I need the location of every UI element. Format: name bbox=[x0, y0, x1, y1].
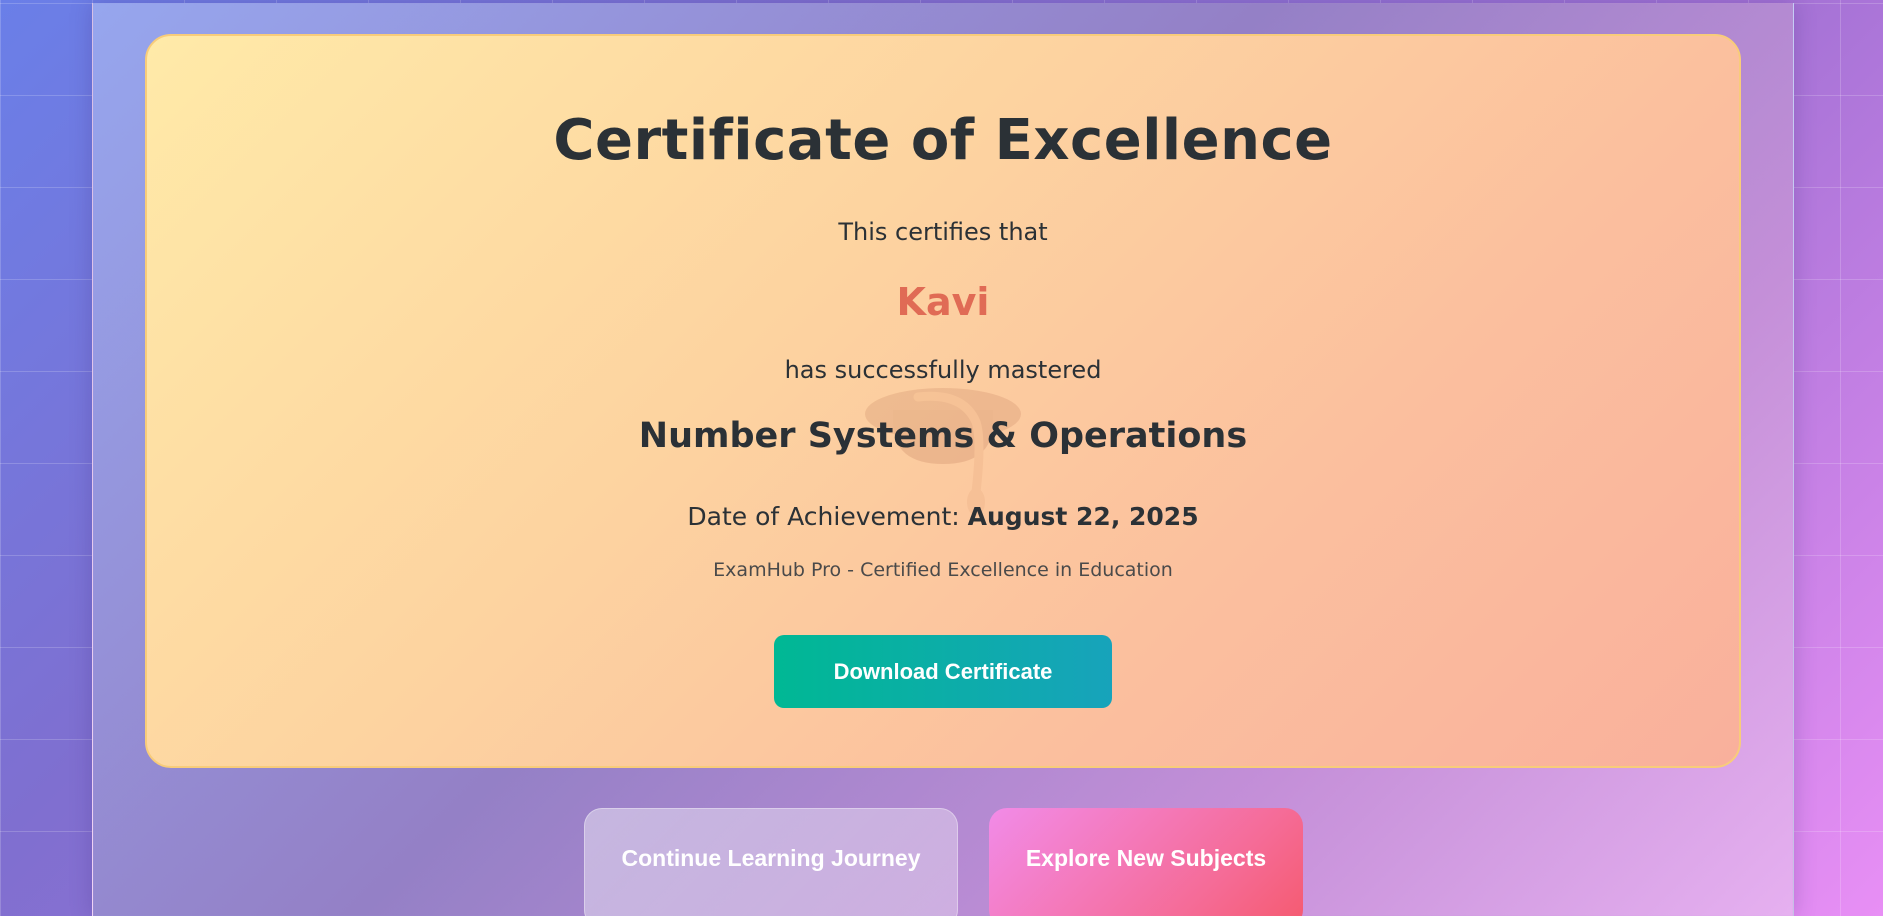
main-panel: Certificate of Excellence This certifies… bbox=[92, 3, 1794, 916]
mastered-text: has successfully mastered bbox=[784, 356, 1102, 384]
download-certificate-button[interactable]: Download Certificate bbox=[774, 635, 1112, 708]
achievement-date: Date of Achievement: August 22, 2025 bbox=[147, 502, 1739, 531]
date-label: Date of Achievement: bbox=[687, 502, 960, 531]
issuer-text: ExamHub Pro - Certified Excellence in Ed… bbox=[713, 559, 1173, 581]
page-background: Certificate of Excellence This certifies… bbox=[0, 0, 1883, 916]
recipient-name: Kavi bbox=[896, 280, 990, 324]
certificate-card: Certificate of Excellence This certifies… bbox=[145, 34, 1741, 768]
date-value: August 22, 2025 bbox=[967, 502, 1199, 531]
continue-learning-label: Continue Learning Journey bbox=[621, 844, 921, 871]
explore-subjects-button[interactable]: Explore New Subjects bbox=[989, 808, 1303, 916]
certificate-title: Certificate of Excellence bbox=[553, 108, 1333, 173]
continue-learning-button[interactable]: Continue Learning Journey bbox=[584, 808, 958, 916]
subject-name: Number Systems & Operations bbox=[638, 416, 1248, 456]
certifies-text: This certifies that bbox=[838, 218, 1048, 246]
explore-subjects-label: Explore New Subjects bbox=[1025, 844, 1267, 871]
